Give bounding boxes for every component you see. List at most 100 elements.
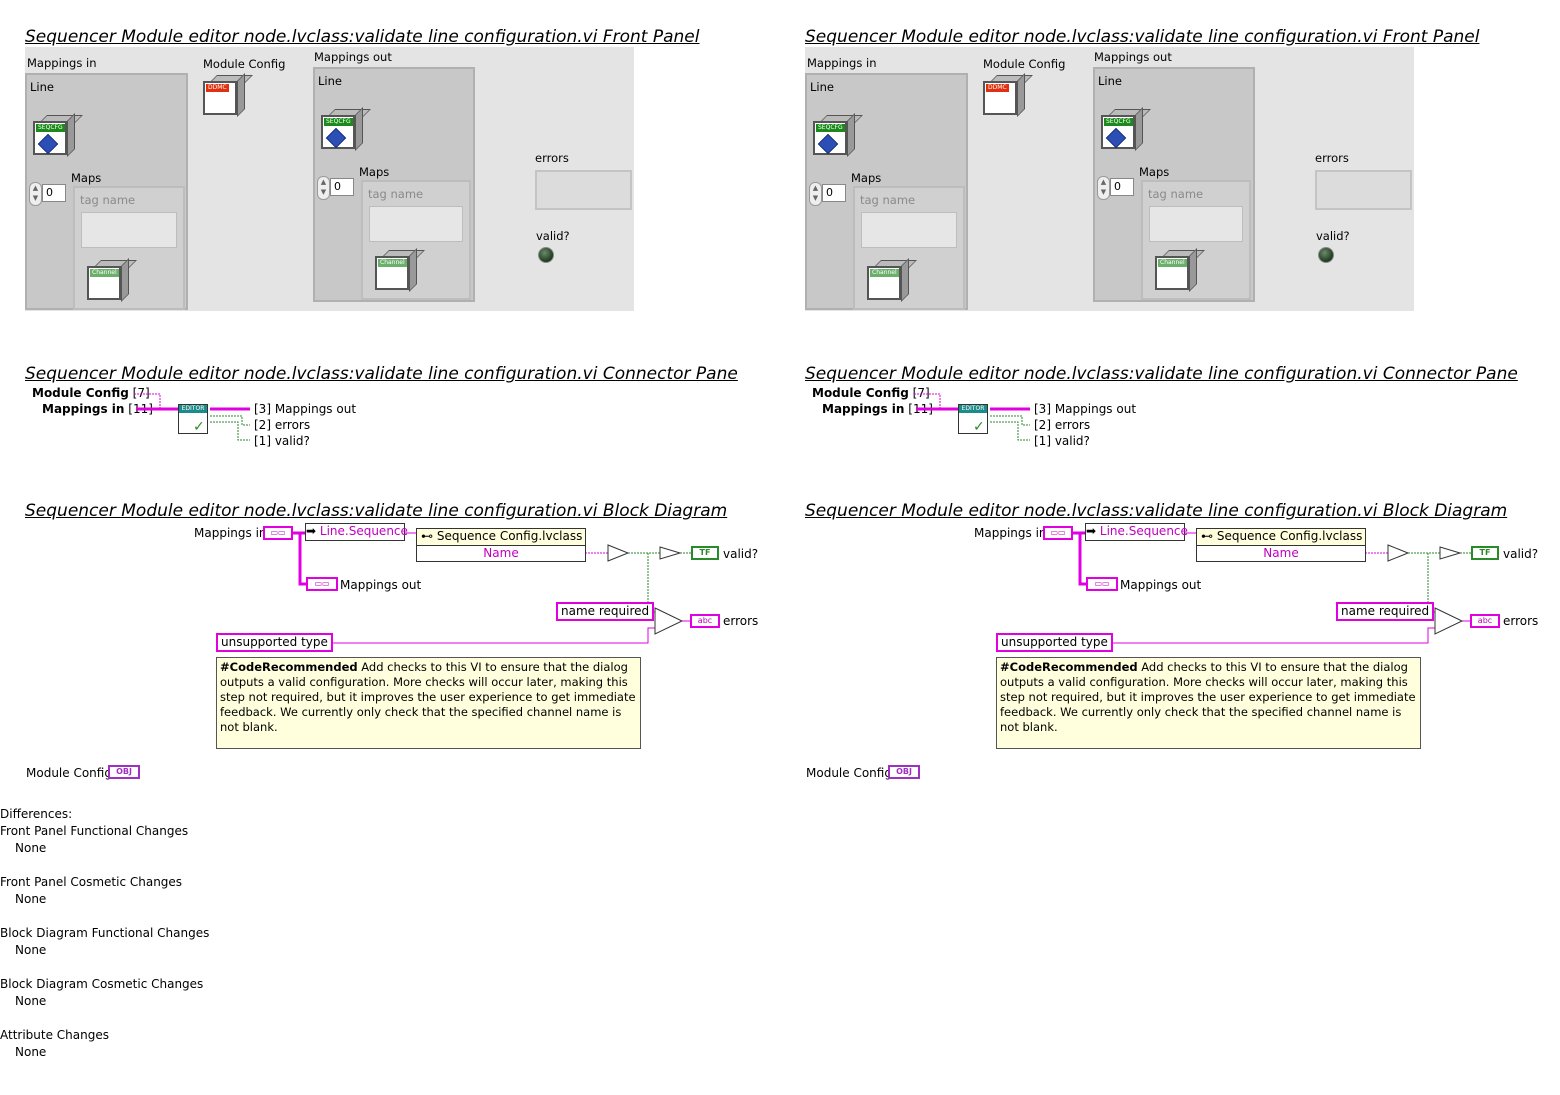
maps-label: Maps [71,171,102,185]
front-panel-title: Sequencer Module editor node.lvclass:val… [25,27,700,47]
errors-terminal[interactable]: abc [690,614,720,628]
unsupported-type-constant[interactable]: unsupported type [216,633,333,652]
seqcfg-tag: SEQCFG [816,124,845,132]
checkmark-icon: ✓ [193,419,205,435]
diff-block-diagram-functional: Block Diagram Functional Changes None [0,925,209,976]
mappings-in-cluster[interactable]: Line SEQCFG Maps ▲ ▼ 0 tag name Channel [25,73,188,310]
channel-out-object-icon: Channel [375,248,425,292]
mappings-in-terminal[interactable]: ▭▭ [1043,526,1073,540]
diff-value: None [15,994,47,1008]
channel-out-tag: Channel [378,259,407,267]
mappings-in-terminal[interactable]: ▭▭ [263,526,293,540]
cp-valid: [1] valid? [1034,434,1090,448]
module-config-terminal[interactable]: OBJ [108,765,140,779]
bd-module-config-label: Module Config [806,766,892,780]
code-recommended-comment[interactable]: #CodeRecommended Add checks to this VI t… [216,657,641,749]
bd-mappings-out-label: Mappings out [1120,578,1202,592]
valid-label: valid? [536,229,570,243]
spin-arrows-out-icon[interactable]: ▲ ▼ [317,176,330,200]
sequence-config-property-node[interactable]: ⊷ Sequence Config.lvclass Name [416,528,586,562]
cp-valid: [1] valid? [254,434,310,448]
editor-icon-label: EDITOR [959,405,987,413]
tag-name-field[interactable] [81,212,177,248]
left-vi-column: Sequencer Module editor node.lvclass:val… [0,0,780,790]
ddmc-tag: DDMC [206,84,229,92]
valid-terminal[interactable]: TF [1471,546,1499,560]
connector-pane-title: Sequencer Module editor node.lvclass:val… [805,364,1518,384]
line-label: Line [810,80,834,94]
maps-out-index-value[interactable]: 0 [330,178,354,196]
front-panel: Mappings in Line SEQCFG Maps ▲ ▼ 0 tag na… [25,47,634,311]
cp-mappings-out: [3] Mappings out [254,402,357,416]
sequence-config-property-node[interactable]: ⊷ Sequence Config.lvclass Name [1196,528,1366,562]
mappings-out-cluster: Line SEQCFG Maps ▲ ▼ 0 tag name Channel [1093,67,1255,302]
diff-block-diagram-cosmetic: Block Diagram Cosmetic Changes None [0,976,209,1027]
maps-array-element[interactable]: tag name Channel [853,186,965,310]
code-recommended-comment[interactable]: #CodeRecommended Add checks to this VI t… [996,657,1421,749]
module-config-label: Module Config [203,57,286,71]
maps-out-label: Maps [1139,165,1170,179]
bd-mappings-out-label: Mappings out [340,578,422,592]
diff-heading: Block Diagram Functional Changes [0,926,210,940]
ddmc-object-icon[interactable]: DDMC [983,73,1033,117]
front-panel: Mappings in Line SEQCFG Maps ▲ ▼ 0 tag na… [805,47,1414,311]
comment-tag: #CodeRecommended [1000,660,1138,674]
bd-module-config-label: Module Config [26,766,112,780]
diff-value: None [15,841,47,855]
channel-out-object-icon: Channel [1155,248,1205,292]
valid-terminal[interactable]: TF [691,546,719,560]
diff-heading: Attribute Changes [0,1028,109,1042]
maps-out-index-value[interactable]: 0 [1110,178,1134,196]
errors-terminal[interactable]: abc [1470,614,1500,628]
mappings-out-terminal[interactable]: ▭▭ [1086,577,1118,591]
channel-object-icon[interactable]: Channel [867,258,917,302]
name-property: Name [1263,546,1299,560]
line-sequence-unbundle[interactable]: ➡ Line.Sequence [1085,523,1188,541]
name-required-constant[interactable]: name required [556,602,655,621]
line-sequence-unbundle[interactable]: ➡ Line.Sequence [305,523,408,541]
valid-label: valid? [1316,229,1350,243]
bd-errors-label: errors [1503,614,1539,628]
cp-mappings-out: [3] Mappings out [1034,402,1137,416]
bd-valid-label: valid? [1503,547,1539,561]
differences-section: Differences: Front Panel Functional Chan… [0,806,209,1061]
maps-out-array-element: tag name Channel [1141,180,1251,300]
editor-vi-icon[interactable]: EDITOR ✓ [178,404,208,435]
seqcfg-object-icon[interactable]: SEQCFG [33,113,83,157]
seqcfg-out-tag: SEQCFG [1104,118,1133,126]
name-property: Name [483,546,519,560]
spin-arrows-out-icon[interactable]: ▲ ▼ [1097,176,1110,200]
spin-arrows-icon[interactable]: ▲ ▼ [809,182,822,206]
mappings-in-label: Mappings in [27,56,97,70]
tag-name-field[interactable] [861,212,957,248]
maps-index-value[interactable]: 0 [42,184,66,202]
cp-errors: [2] errors [1034,418,1091,432]
block-diagram-title: Sequencer Module editor node.lvclass:val… [25,501,728,521]
channel-object-icon[interactable]: Channel [87,258,137,302]
seqcfg-object-icon[interactable]: SEQCFG [813,113,863,157]
line-out-label: Line [1098,74,1122,88]
mappings-out-terminal[interactable]: ▭▭ [306,577,338,591]
errors-label: errors [535,151,569,165]
ddmc-object-icon[interactable]: DDMC [203,73,253,117]
maps-array-element[interactable]: tag name Channel [73,186,185,310]
bd-errors-label: errors [723,614,759,628]
unsupported-type-constant[interactable]: unsupported type [996,633,1113,652]
checkmark-icon: ✓ [973,419,985,435]
module-config-terminal[interactable]: OBJ [888,765,920,779]
diff-value: None [15,943,47,957]
maps-label: Maps [851,171,882,185]
errors-label: errors [1315,151,1349,165]
mappings-in-label: Mappings in [807,56,877,70]
channel-out-tag: Channel [1158,259,1187,267]
module-config-label: Module Config [983,57,1066,71]
sequence-config-class-header: ⊷ Sequence Config.lvclass [1197,529,1365,546]
mappings-in-cluster[interactable]: Line SEQCFG Maps ▲ ▼ 0 tag name Channel [805,73,968,310]
maps-index-value[interactable]: 0 [822,184,846,202]
mappings-out-cluster: Line SEQCFG Maps ▲ ▼ 0 tag name Channel [313,67,475,302]
diff-front-panel-functional: Front Panel Functional Changes None [0,823,209,874]
diff-heading: Front Panel Functional Changes [0,824,189,838]
name-required-constant[interactable]: name required [1336,602,1435,621]
editor-vi-icon[interactable]: EDITOR ✓ [958,404,988,435]
spin-arrows-icon[interactable]: ▲ ▼ [29,182,42,206]
